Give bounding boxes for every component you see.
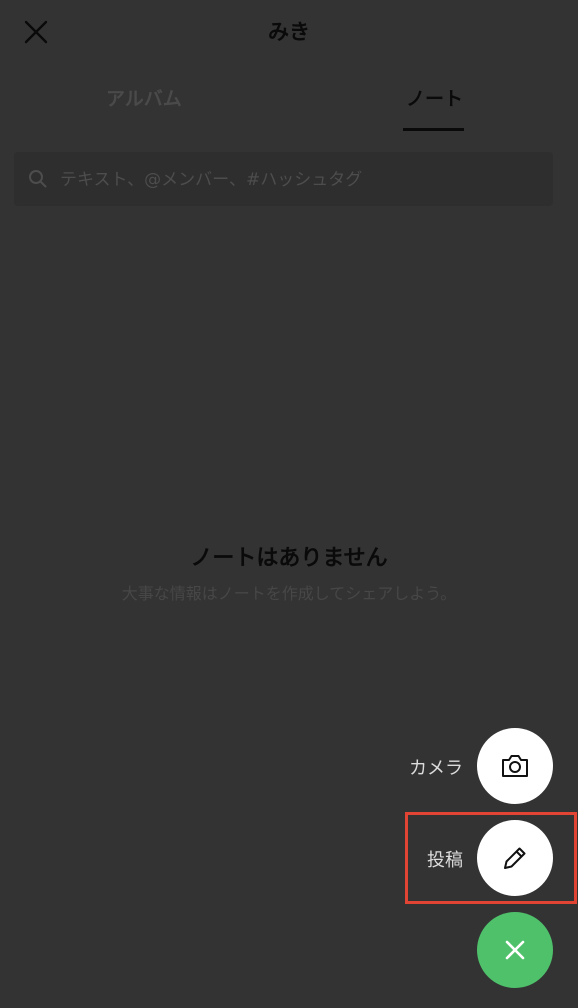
- page-title: みき: [268, 20, 310, 44]
- camera-label: カメラ: [409, 758, 463, 779]
- fab-camera-row: カメラ: [253, 728, 553, 804]
- screen-root: みき アルバム ノート ノートはありません 大事な情報はノートを作成してシェアし…: [0, 0, 578, 1008]
- camera-button[interactable]: [477, 728, 553, 804]
- tab-note[interactable]: ノート: [406, 84, 463, 111]
- close-icon: [505, 940, 525, 960]
- active-tab-indicator: [403, 128, 464, 131]
- fab-close-button[interactable]: [477, 912, 553, 988]
- search-input[interactable]: [58, 162, 532, 198]
- header: みき: [0, 0, 578, 62]
- search-bar: [14, 152, 553, 206]
- highlight-annotation: [405, 812, 577, 904]
- tab-album[interactable]: アルバム: [106, 84, 182, 111]
- camera-icon: [502, 755, 528, 777]
- tab-bar: アルバム ノート: [0, 70, 578, 132]
- empty-state-subtitle: 大事な情報はノートを作成してシェアしよう。: [121, 584, 457, 603]
- search-icon: [29, 170, 47, 188]
- empty-state-title: ノートはありません: [190, 546, 388, 571]
